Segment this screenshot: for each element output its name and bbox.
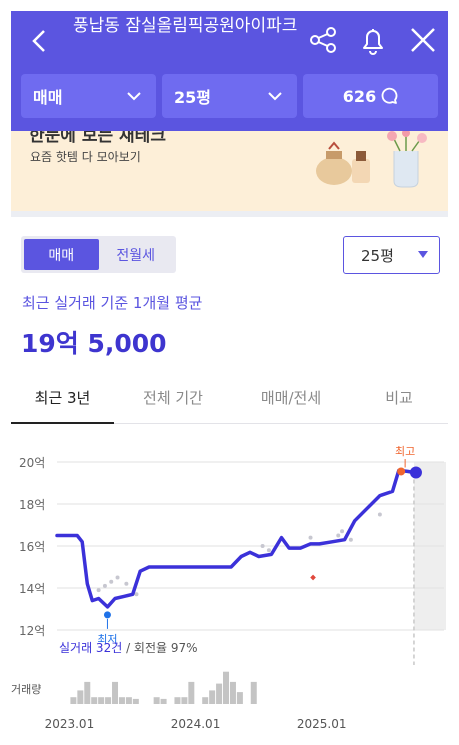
transaction-point	[124, 581, 129, 586]
volume-bar	[153, 697, 160, 704]
area-dropdown[interactable]: 25평	[343, 236, 440, 274]
area-filter[interactable]: 25평	[162, 74, 297, 118]
share-icon[interactable]	[307, 24, 339, 56]
deal-type-segment: 매매 전월세	[21, 236, 176, 273]
volume-bar	[229, 681, 236, 704]
segment-rent[interactable]: 전월세	[99, 239, 174, 270]
transaction-point	[308, 535, 313, 540]
volume-bar	[223, 671, 230, 704]
price-chart-svg: 20억18억16억14억12억최고최저실거래 32건 / 회전율 97%거래량2…	[11, 445, 446, 731]
volume-label: 거래량	[11, 683, 41, 696]
banner-subtitle: 요즘 핫템 다 모아보기	[30, 150, 141, 164]
tab-sale-jeonse[interactable]: 매매/전세	[232, 372, 350, 423]
section-divider	[11, 211, 448, 217]
highlight-point	[310, 574, 316, 581]
y-tick-label: 20억	[19, 456, 45, 470]
tab-compare[interactable]: 비교	[350, 372, 448, 423]
dropdown-triangle-icon	[418, 251, 428, 258]
volume-bar	[216, 683, 223, 704]
transaction-point	[109, 579, 114, 584]
volume-bar	[202, 697, 209, 704]
deal-type-filter[interactable]: 매매	[21, 74, 156, 118]
gift-illustration-icon	[316, 131, 427, 188]
volume-bar	[236, 692, 243, 704]
trade-summary: 실거래 32건 / 회전율 97%	[59, 641, 198, 655]
filter-row: 매매 25평 626	[21, 74, 438, 118]
bell-icon[interactable]	[357, 24, 389, 56]
period-tabs: 최근 3년 전체 기간 매매/전세 비교	[11, 372, 448, 424]
transaction-point	[134, 592, 139, 597]
chevron-down-icon	[268, 92, 282, 101]
max-point	[397, 467, 406, 476]
tab-recent-3y[interactable]: 최근 3년	[11, 372, 114, 424]
volume-bar	[250, 681, 257, 704]
transaction-point	[96, 588, 101, 593]
volume-bar	[174, 697, 181, 704]
price-chart[interactable]: 20억 18억 16억 14억 12억 최고 최저 실거래 32건 / 회전율 97% 거래량 2…	[11, 425, 448, 735]
volume-bar	[125, 697, 132, 704]
page-title: 풍납동 잠실올림픽공원아이파크	[73, 16, 298, 36]
volume-bar	[209, 690, 216, 704]
volume-bar	[188, 681, 195, 704]
volume-bar	[132, 698, 139, 704]
min-point	[103, 611, 111, 619]
average-price-value: 19억 5,000	[21, 329, 167, 358]
area-label: 25평	[174, 88, 211, 107]
x-tick-label: 2025.01	[297, 717, 347, 731]
average-price-label: 최근 실거래 기준 1개월 평균	[22, 294, 203, 312]
comment-count: 626	[342, 86, 377, 106]
transaction-point	[336, 533, 341, 538]
area-dropdown-value: 25평	[361, 246, 394, 265]
transaction-point	[348, 537, 353, 542]
segment-sale[interactable]: 매매	[24, 239, 99, 270]
tab-all-period[interactable]: 전체 기간	[114, 372, 232, 423]
transaction-point	[340, 529, 345, 534]
max-label: 최고	[395, 445, 415, 458]
transaction-point	[266, 548, 271, 553]
comments-button[interactable]: 626	[303, 74, 438, 118]
current-point	[409, 466, 422, 479]
price-line	[55, 468, 416, 609]
volume-bar	[84, 681, 91, 704]
volume-bar	[98, 697, 105, 704]
transaction-point	[377, 512, 382, 517]
volume-bar	[105, 697, 112, 704]
app-header: 풍납동 잠실올림픽공원아이파크 매매 25평 626	[11, 11, 448, 131]
transaction-point	[260, 544, 265, 548]
banner-headline: 한눈에 보는 재테크	[29, 131, 166, 146]
y-tick-label: 12억	[19, 624, 45, 638]
deal-type-label: 매매	[33, 88, 63, 107]
y-tick-label: 16억	[19, 540, 45, 554]
chevron-down-icon	[127, 92, 141, 101]
volume-bar	[160, 698, 167, 704]
back-arrow-icon[interactable]	[25, 26, 55, 56]
transaction-point	[115, 575, 120, 580]
close-icon[interactable]	[407, 24, 439, 56]
volume-bar	[112, 681, 119, 704]
promo-banner[interactable]: 한눈에 보는 재테크 요즘 핫템 다 모아보기	[11, 131, 448, 211]
y-tick-label: 18억	[19, 498, 45, 512]
x-tick-label: 2024.01	[171, 717, 221, 731]
transaction-point	[102, 583, 107, 588]
volume-bar	[70, 697, 77, 704]
y-tick-label: 14억	[19, 582, 45, 596]
chat-bubble-icon	[381, 87, 398, 104]
volume-bar	[118, 697, 125, 704]
volume-bar	[181, 697, 188, 704]
volume-bar	[77, 690, 84, 704]
volume-bar	[91, 697, 98, 704]
x-tick-label: 2023.01	[45, 717, 95, 731]
